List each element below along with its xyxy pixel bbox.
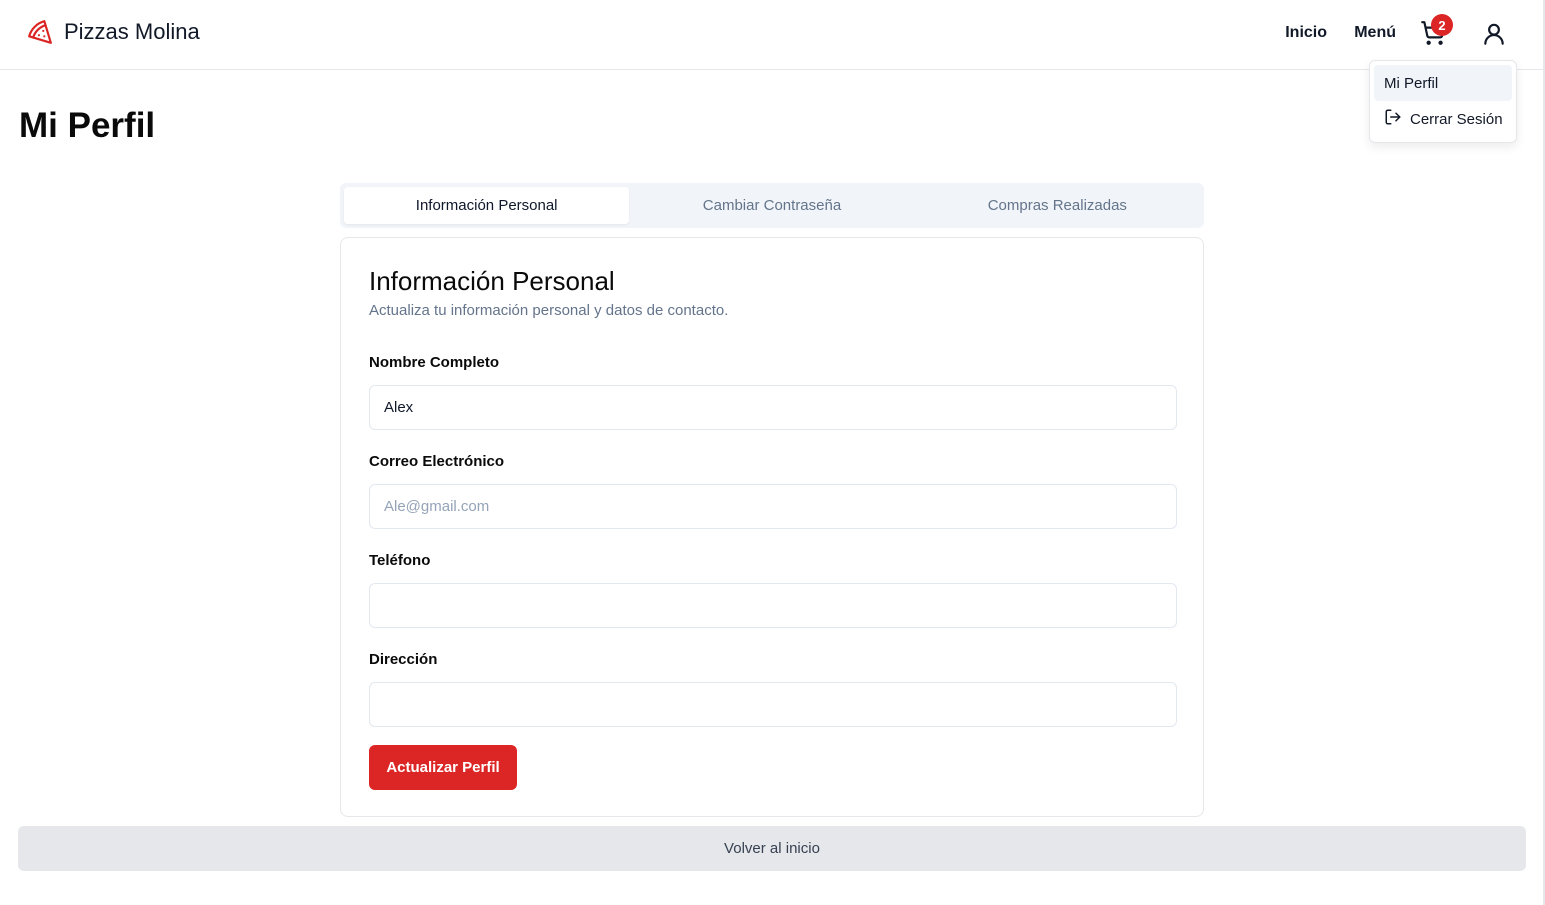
- brand-name: Pizzas Molina: [64, 19, 200, 44]
- card-description: Actualiza tu información personal y dato…: [369, 302, 729, 319]
- logout-icon: [1384, 108, 1402, 130]
- address-label: Dirección: [369, 651, 438, 668]
- brand[interactable]: Pizzas Molina: [26, 18, 200, 46]
- menu-item-cerrar-sesion[interactable]: Cerrar Sesión: [1374, 101, 1512, 137]
- nav-menu[interactable]: Menú: [1354, 24, 1396, 42]
- card-title: Información Personal: [369, 266, 615, 296]
- top-header: Pizzas Molina Inicio Menú 2: [0, 0, 1545, 70]
- page-title: Mi Perfil: [19, 106, 156, 145]
- address-field[interactable]: [369, 682, 1177, 727]
- back-home-button[interactable]: Volver al inicio: [18, 826, 1526, 871]
- menu-item-label: Cerrar Sesión: [1410, 110, 1503, 128]
- menu-item-label: Mi Perfil: [1384, 74, 1439, 92]
- menu-item-mi-perfil[interactable]: Mi Perfil: [1374, 65, 1512, 101]
- tab-compras-realizadas[interactable]: Compras Realizadas: [915, 187, 1200, 224]
- phone-label: Teléfono: [369, 552, 431, 569]
- email-field[interactable]: [369, 484, 1177, 529]
- tab-informacion-personal[interactable]: Información Personal: [344, 187, 630, 224]
- phone-field[interactable]: [369, 583, 1177, 628]
- update-profile-button[interactable]: Actualizar Perfil: [369, 745, 517, 790]
- nav-inicio[interactable]: Inicio: [1285, 24, 1327, 42]
- pizza-slice-icon: [26, 18, 54, 46]
- cart-count-badge: 2: [1431, 14, 1453, 36]
- name-label: Nombre Completo: [369, 354, 500, 371]
- profile-tabs: Información Personal Cambiar Contraseña …: [340, 183, 1204, 228]
- user-icon[interactable]: [1481, 21, 1507, 47]
- tab-cambiar-contrasena[interactable]: Cambiar Contraseña: [629, 187, 914, 224]
- email-label: Correo Electrónico: [369, 453, 505, 470]
- name-field[interactable]: [369, 385, 1177, 430]
- profile-form-card: Información Personal Actualiza tu inform…: [340, 237, 1204, 817]
- user-dropdown-menu: Mi Perfil Cerrar Sesión: [1369, 60, 1517, 143]
